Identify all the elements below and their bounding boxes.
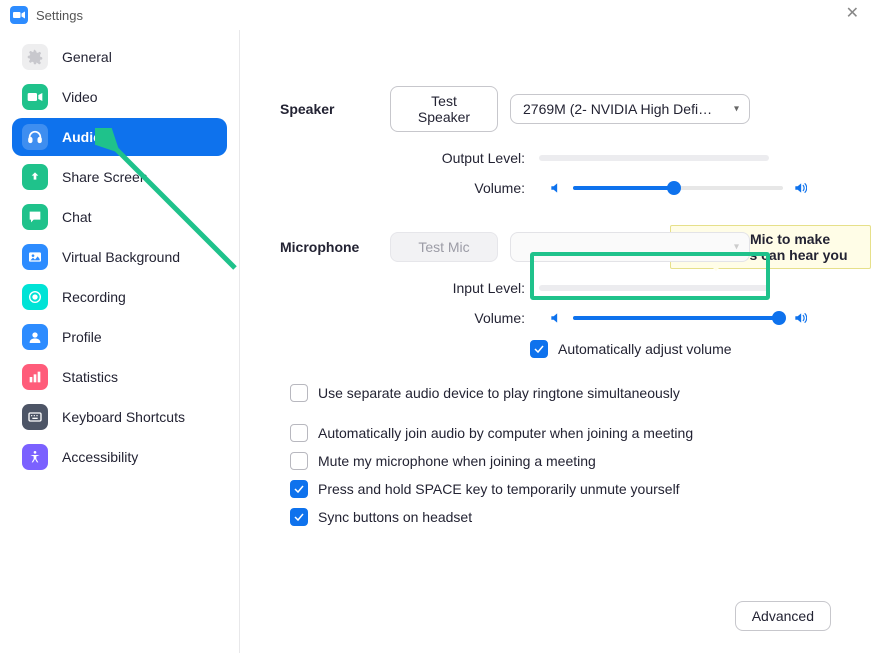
sidebar-item-audio[interactable]: Audio — [12, 118, 227, 156]
statistics-icon — [22, 364, 48, 390]
space-unmute-label: Press and hold SPACE key to temporarily … — [318, 481, 680, 497]
ringtone-checkbox[interactable] — [290, 384, 308, 402]
sidebar-item-label: Virtual Background — [62, 249, 180, 265]
speaker-device-value: 2769M (2- NVIDIA High Definitio... — [523, 101, 719, 117]
volume-high-icon — [793, 311, 807, 325]
audio-options: Use separate audio device to play ringto… — [280, 384, 831, 526]
test-speaker-button[interactable]: Test Speaker — [390, 86, 498, 132]
speaker-volume-label: Volume: — [430, 180, 525, 196]
sidebar-item-label: Share Screen — [62, 169, 148, 185]
sidebar-item-label: General — [62, 49, 112, 65]
sidebar-item-chat[interactable]: Chat — [12, 198, 227, 236]
audio-settings-panel: Speaker Test Speaker 2769M (2- NVIDIA Hi… — [240, 30, 871, 653]
app-icon — [10, 6, 28, 24]
chevron-down-icon: ▾ — [734, 242, 739, 253]
input-level-label: Input Level: — [430, 280, 525, 296]
mic-device-select[interactable]: ▾ — [510, 232, 750, 262]
sidebar-item-virtual-background[interactable]: Virtual Background — [12, 238, 227, 276]
auto-adjust-checkbox[interactable] — [530, 340, 548, 358]
output-level-meter — [539, 155, 769, 161]
mute-join-label: Mute my microphone when joining a meetin… — [318, 453, 596, 469]
close-icon[interactable]: ✕ — [846, 6, 859, 22]
auto-join-label: Automatically join audio by computer whe… — [318, 425, 693, 441]
titlebar: Settings ✕ — [0, 0, 871, 30]
sidebar-item-label: Accessibility — [62, 449, 138, 465]
sidebar: General Video Audio Share Screen Chat — [0, 30, 240, 653]
sidebar-item-keyboard[interactable]: Keyboard Shortcuts — [12, 398, 227, 436]
profile-icon — [22, 324, 48, 350]
virtual-bg-icon — [22, 244, 48, 270]
keyboard-icon — [22, 404, 48, 430]
chevron-down-icon: ▾ — [734, 104, 739, 115]
volume-low-icon — [549, 311, 563, 325]
auto-adjust-label: Automatically adjust volume — [558, 341, 732, 357]
sidebar-item-recording[interactable]: Recording — [12, 278, 227, 316]
sidebar-item-label: Video — [62, 89, 98, 105]
video-icon — [22, 84, 48, 110]
sidebar-item-label: Chat — [62, 209, 92, 225]
audio-icon — [22, 124, 48, 150]
window-title: Settings — [36, 8, 83, 23]
sidebar-item-label: Statistics — [62, 369, 118, 385]
volume-low-icon — [549, 181, 563, 195]
mic-device-value — [523, 239, 527, 255]
volume-high-icon — [793, 181, 807, 195]
sidebar-item-accessibility[interactable]: Accessibility — [12, 438, 227, 476]
accessibility-icon — [22, 444, 48, 470]
share-screen-icon — [22, 164, 48, 190]
mic-volume-slider[interactable] — [573, 316, 783, 320]
speaker-label: Speaker — [280, 101, 390, 117]
sidebar-item-share-screen[interactable]: Share Screen — [12, 158, 227, 196]
general-icon — [22, 44, 48, 70]
input-level-meter — [539, 285, 769, 291]
sidebar-item-video[interactable]: Video — [12, 78, 227, 116]
sidebar-item-label: Audio — [62, 129, 102, 145]
sidebar-item-label: Recording — [62, 289, 126, 305]
sidebar-item-label: Keyboard Shortcuts — [62, 409, 185, 425]
mic-volume-label: Volume: — [430, 310, 525, 326]
sidebar-item-profile[interactable]: Profile — [12, 318, 227, 356]
sidebar-item-statistics[interactable]: Statistics — [12, 358, 227, 396]
mic-label: Microphone — [280, 239, 390, 255]
sync-headset-label: Sync buttons on headset — [318, 509, 472, 525]
advanced-button[interactable]: Advanced — [735, 601, 831, 631]
space-unmute-checkbox[interactable] — [290, 480, 308, 498]
mute-join-checkbox[interactable] — [290, 452, 308, 470]
sync-headset-checkbox[interactable] — [290, 508, 308, 526]
sidebar-item-label: Profile — [62, 329, 102, 345]
chat-icon — [22, 204, 48, 230]
auto-join-checkbox[interactable] — [290, 424, 308, 442]
ringtone-label: Use separate audio device to play ringto… — [318, 385, 680, 401]
speaker-device-select[interactable]: 2769M (2- NVIDIA High Definitio... ▾ — [510, 94, 750, 124]
output-level-label: Output Level: — [430, 150, 525, 166]
test-mic-button[interactable]: Test Mic — [390, 232, 498, 262]
sidebar-item-general[interactable]: General — [12, 38, 227, 76]
speaker-volume-slider[interactable] — [573, 186, 783, 190]
recording-icon — [22, 284, 48, 310]
